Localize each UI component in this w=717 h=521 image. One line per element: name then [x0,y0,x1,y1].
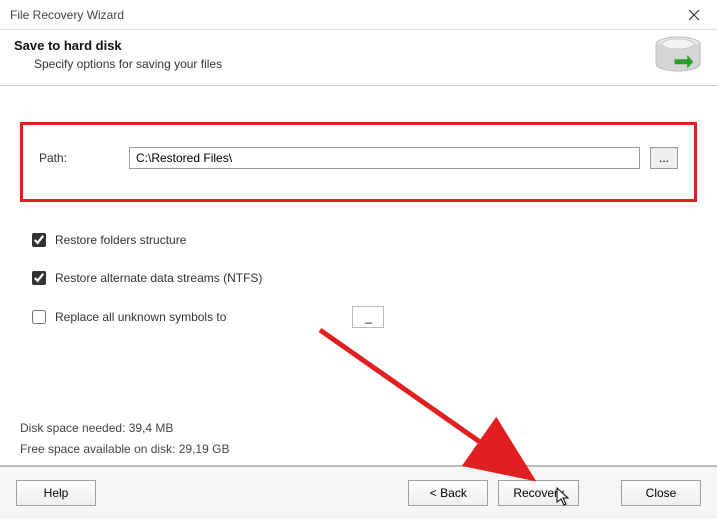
page-heading: Save to hard disk [14,38,703,53]
page-subtitle: Specify options for saving your files [34,57,703,71]
restore-folders-option[interactable]: Restore folders structure [28,230,689,250]
restore-ads-checkbox[interactable] [32,271,46,285]
close-icon[interactable] [679,1,709,29]
window-title: File Recovery Wizard [10,8,679,22]
restore-folders-label: Restore folders structure [55,233,186,247]
help-button[interactable]: Help [16,480,96,506]
restore-ads-option[interactable]: Restore alternate data streams (NTFS) [28,268,689,288]
restore-ads-label: Restore alternate data streams (NTFS) [55,271,262,285]
recovery-button[interactable]: Recovery [498,480,579,506]
replace-symbol-input[interactable] [352,306,384,328]
path-input[interactable] [129,147,640,169]
path-section-highlight: Path: ... [20,122,697,202]
disk-space-needed: Disk space needed: 39,4 MB [20,418,229,438]
disk-stats: Disk space needed: 39,4 MB Free space av… [20,418,229,459]
replace-symbols-checkbox[interactable] [32,310,46,324]
browse-button[interactable]: ... [650,147,678,169]
wizard-header: Save to hard disk Specify options for sa… [0,30,717,85]
close-button[interactable]: Close [621,480,701,506]
back-button[interactable]: < Back [408,480,488,506]
restore-folders-checkbox[interactable] [32,233,46,247]
wizard-body: Path: ... Restore folders structure Rest… [0,85,717,465]
replace-symbols-option[interactable]: Replace all unknown symbols to [28,306,689,328]
wizard-footer: Help < Back Recovery Close [0,465,717,519]
disk-space-available: Free space available on disk: 29,19 GB [20,439,229,459]
titlebar: File Recovery Wizard [0,0,717,30]
hard-disk-icon [653,34,703,78]
path-label: Path: [39,151,119,165]
replace-symbols-label: Replace all unknown symbols to [55,310,226,324]
